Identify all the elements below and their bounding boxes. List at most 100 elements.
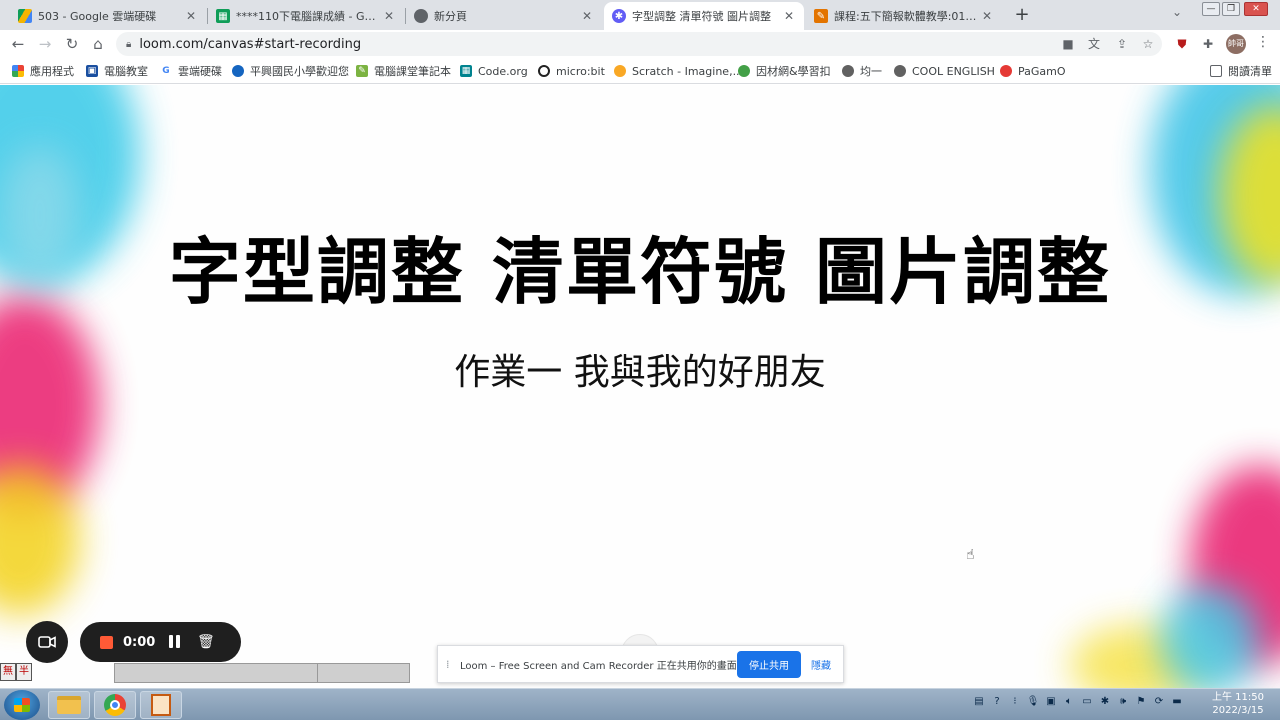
stop-sharing-button[interactable]: 停止共用: [737, 650, 801, 678]
network-icon[interactable]: ⁝: [1008, 695, 1022, 709]
tab-new[interactable]: 新分頁 ✕: [406, 2, 602, 30]
slide-subtitle: 作業一 我與我的好朋友: [454, 352, 826, 393]
recording-controls: 0:00 🗑︎: [80, 622, 241, 662]
flag-icon[interactable]: ⚑: [1134, 695, 1148, 709]
ime-mode-button[interactable]: 無: [0, 663, 16, 681]
lock-icon: 🔒︎: [126, 38, 132, 50]
bookmark-code-org[interactable]: ▦ Code.org: [460, 63, 528, 79]
avatar[interactable]: 帥哥: [1226, 34, 1246, 54]
camera-icon[interactable]: ■: [1060, 36, 1076, 52]
app-tray-icon[interactable]: ▣: [1044, 695, 1058, 709]
extension-shield-icon[interactable]: ⛊: [1174, 36, 1190, 52]
forward-button[interactable]: →: [35, 34, 55, 54]
close-icon[interactable]: ✕: [184, 9, 198, 23]
close-icon[interactable]: ✕: [980, 9, 994, 23]
bookmark-label: COOL ENGLISH: [912, 64, 995, 78]
reload-button[interactable]: ↻: [62, 34, 82, 54]
hide-button[interactable]: 隱藏: [811, 657, 831, 672]
share-icon[interactable]: ⇪: [1114, 36, 1130, 52]
bookmark-cool-english[interactable]: COOL ENGLISH: [894, 63, 995, 79]
back-button[interactable]: ←: [8, 34, 28, 54]
bookmark-label: 因材網&學習扣: [756, 65, 831, 78]
bookmark-label: 平興國民小學歡迎您: [250, 65, 349, 78]
ime-input-bar: [114, 663, 410, 683]
reading-list-button[interactable]: 閱讀清單: [1210, 63, 1272, 79]
stop-recording-button[interactable]: [100, 635, 113, 649]
bookmark-junyi[interactable]: 均一: [842, 63, 882, 79]
chrome-icon: [414, 9, 428, 23]
reading-list-label: 閱讀清單: [1228, 65, 1272, 78]
google-drive-icon: [18, 9, 32, 23]
tab-title: 課程:五下簡報軟體教學:01我與我的好朋友: [834, 10, 980, 23]
bookmark-microbit[interactable]: micro:bit: [538, 63, 605, 79]
tab-loom[interactable]: ✱ 字型調整 清單符號 圖片調整 ✕: [604, 2, 804, 30]
tab-course[interactable]: ✎ 課程:五下簡報軟體教學:01我與我的好朋友 ✕: [806, 2, 1002, 30]
browser-toolbar: ← → ↻ ⌂ 🔒︎ loom.com/canvas#start-recordi…: [0, 30, 1280, 58]
camera-toggle-button[interactable]: [26, 621, 68, 663]
home-button[interactable]: ⌂: [88, 34, 108, 54]
apps-grid-icon: [12, 65, 24, 77]
video-camera-icon: [38, 636, 56, 648]
tab-title: 503 - Google 雲端硬碟: [38, 10, 157, 23]
bookmark-star-icon[interactable]: ☆: [1140, 36, 1156, 52]
file-explorer-icon[interactable]: [48, 691, 90, 719]
bookmark-learning[interactable]: 因材網&學習扣: [738, 63, 831, 79]
tab-title: 新分頁: [434, 10, 467, 23]
course-icon: ✎: [814, 9, 828, 23]
chrome-icon[interactable]: [94, 691, 136, 719]
bookmark-apps[interactable]: 應用程式: [12, 63, 74, 79]
sync-icon[interactable]: ⟳: [1152, 695, 1166, 709]
tab-sheets[interactable]: ▦ ****110下電腦課成績 - Google 試算表 ✕: [208, 2, 404, 30]
bookmark-scratch[interactable]: Scratch - Imagine,...: [614, 63, 743, 79]
speaker-icon[interactable]: 🔈︎: [1062, 695, 1076, 709]
loom-tray-icon[interactable]: ✱: [1098, 695, 1112, 709]
scratch-icon: [614, 65, 626, 77]
powerpoint-icon[interactable]: [140, 691, 182, 719]
close-icon[interactable]: ✕: [580, 9, 594, 23]
microbit-icon: [538, 65, 550, 77]
close-icon[interactable]: ✕: [782, 9, 796, 23]
tab-google-drive[interactable]: 503 - Google 雲端硬碟 ✕: [10, 2, 206, 30]
clock-date: 2022/3/15: [1212, 705, 1264, 716]
monitor-icon[interactable]: ▭: [1080, 695, 1094, 709]
learning-icon: [738, 65, 750, 77]
bookmark-label: 應用程式: [30, 65, 74, 78]
bookmark-drive[interactable]: G 雲端硬碟: [160, 63, 222, 79]
extensions-puzzle-icon[interactable]: ✚: [1200, 36, 1216, 52]
ime-width-button[interactable]: 半: [16, 663, 32, 681]
bookmark-notebook[interactable]: ✎ 電腦課堂筆記本: [356, 63, 451, 79]
bookmark-school[interactable]: 平興國民小學歡迎您: [232, 63, 349, 79]
bookmark-label: 雲端硬碟: [178, 65, 222, 78]
new-tab-button[interactable]: +: [1012, 4, 1032, 26]
system-clock[interactable]: 上午 11:50 2022/3/15: [1206, 691, 1270, 717]
bookmark-classroom[interactable]: ▣ 電腦教室: [86, 63, 148, 79]
restore-button[interactable]: ❐: [1222, 2, 1240, 16]
classroom-icon: ▣: [86, 65, 98, 77]
close-window-button[interactable]: ✕: [1244, 2, 1268, 16]
keyboard-icon[interactable]: ▤: [972, 695, 986, 709]
drag-handle-icon[interactable]: ⁞: [446, 658, 452, 671]
help-icon[interactable]: ?: [990, 695, 1004, 709]
bookmark-pagamo[interactable]: PaGamO: [1000, 63, 1066, 79]
start-button[interactable]: [4, 690, 40, 720]
microphone-icon[interactable]: 🎙︎: [1026, 695, 1040, 709]
minimize-button[interactable]: —: [1202, 2, 1220, 16]
power-icon[interactable]: ▬: [1170, 695, 1184, 709]
pagamo-icon: [1000, 65, 1012, 77]
volume-icon[interactable]: 🕪︎: [1116, 695, 1130, 709]
school-icon: [232, 65, 244, 77]
system-tray: ▤ ? ⁝ 🎙︎ ▣ 🔈︎ ▭ ✱ 🕪︎ ⚑ ⟳ ▬: [972, 695, 1184, 709]
more-menu-icon[interactable]: ⋮: [1256, 34, 1270, 50]
pause-button[interactable]: [169, 635, 183, 649]
trash-icon[interactable]: 🗑︎: [197, 634, 215, 650]
translate-icon[interactable]: 文: [1086, 36, 1102, 52]
address-bar[interactable]: 🔒︎ loom.com/canvas#start-recording: [116, 32, 1162, 56]
google-icon: G: [160, 65, 172, 77]
bookmark-label: 均一: [860, 65, 882, 78]
screen-share-notice: ⁞ Loom – Free Screen and Cam Recorder 正在…: [437, 645, 844, 683]
close-icon[interactable]: ✕: [382, 9, 396, 23]
recording-timer: 0:00: [123, 634, 156, 650]
notebook-icon: ✎: [356, 65, 368, 77]
chevron-down-icon[interactable]: ⌄: [1172, 5, 1182, 19]
windows-taskbar: ▤ ? ⁝ 🎙︎ ▣ 🔈︎ ▭ ✱ 🕪︎ ⚑ ⟳ ▬ 上午 11:50 2022…: [0, 688, 1280, 720]
